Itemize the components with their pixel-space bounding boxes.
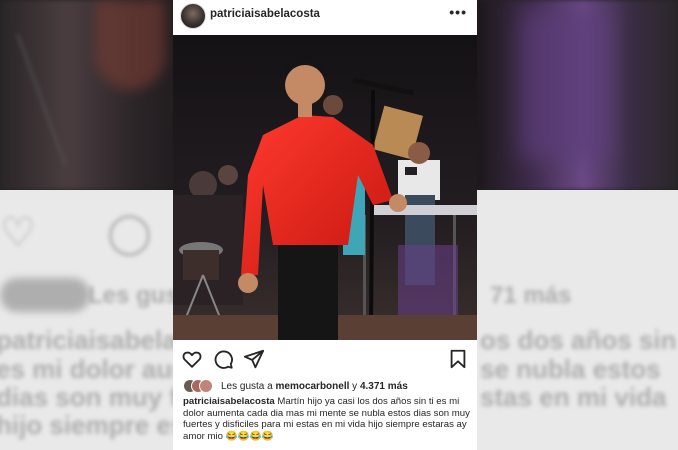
send-icon[interactable] [243,348,265,370]
avatar[interactable] [180,3,206,29]
likes-prefix: Les gusta a [221,380,276,392]
blurred-caption-line: stas en mi vida [480,382,667,412]
blurred-likes-text: Les gus [88,282,179,309]
likes-connector: y [349,380,360,392]
blurred-caption-line: os dos años sin [480,325,677,355]
likes-summary[interactable]: Les gusta a memocarbonell y 4.371 más [183,379,408,393]
more-options-icon[interactable]: ••• [449,4,467,20]
blurred-caption-line: se nubla estos [480,354,661,384]
post-header: patriciaisabelacosta ••• [173,0,477,32]
post-actions [173,348,477,370]
caption-username[interactable]: patriciaisabelacosta [183,396,275,407]
comment-icon[interactable] [212,348,234,370]
post-caption: patriciaisabelacosta Martín hijo ya casi… [183,396,471,442]
blurred-like-avatars [0,278,90,312]
blurred-likes-count: 71 más [490,282,572,309]
instagram-post: patriciaisabelacosta ••• Les gusta a mem… [173,0,477,450]
heart-icon[interactable] [181,348,203,370]
likes-count[interactable]: 4.371 más [360,381,408,392]
bookmark-icon[interactable] [447,348,469,370]
liker-avatars [183,379,219,393]
post-username[interactable]: patriciaisabelacosta [210,8,320,20]
post-photo[interactable] [173,35,477,340]
liker-username[interactable]: memocarbonell [275,381,349,392]
